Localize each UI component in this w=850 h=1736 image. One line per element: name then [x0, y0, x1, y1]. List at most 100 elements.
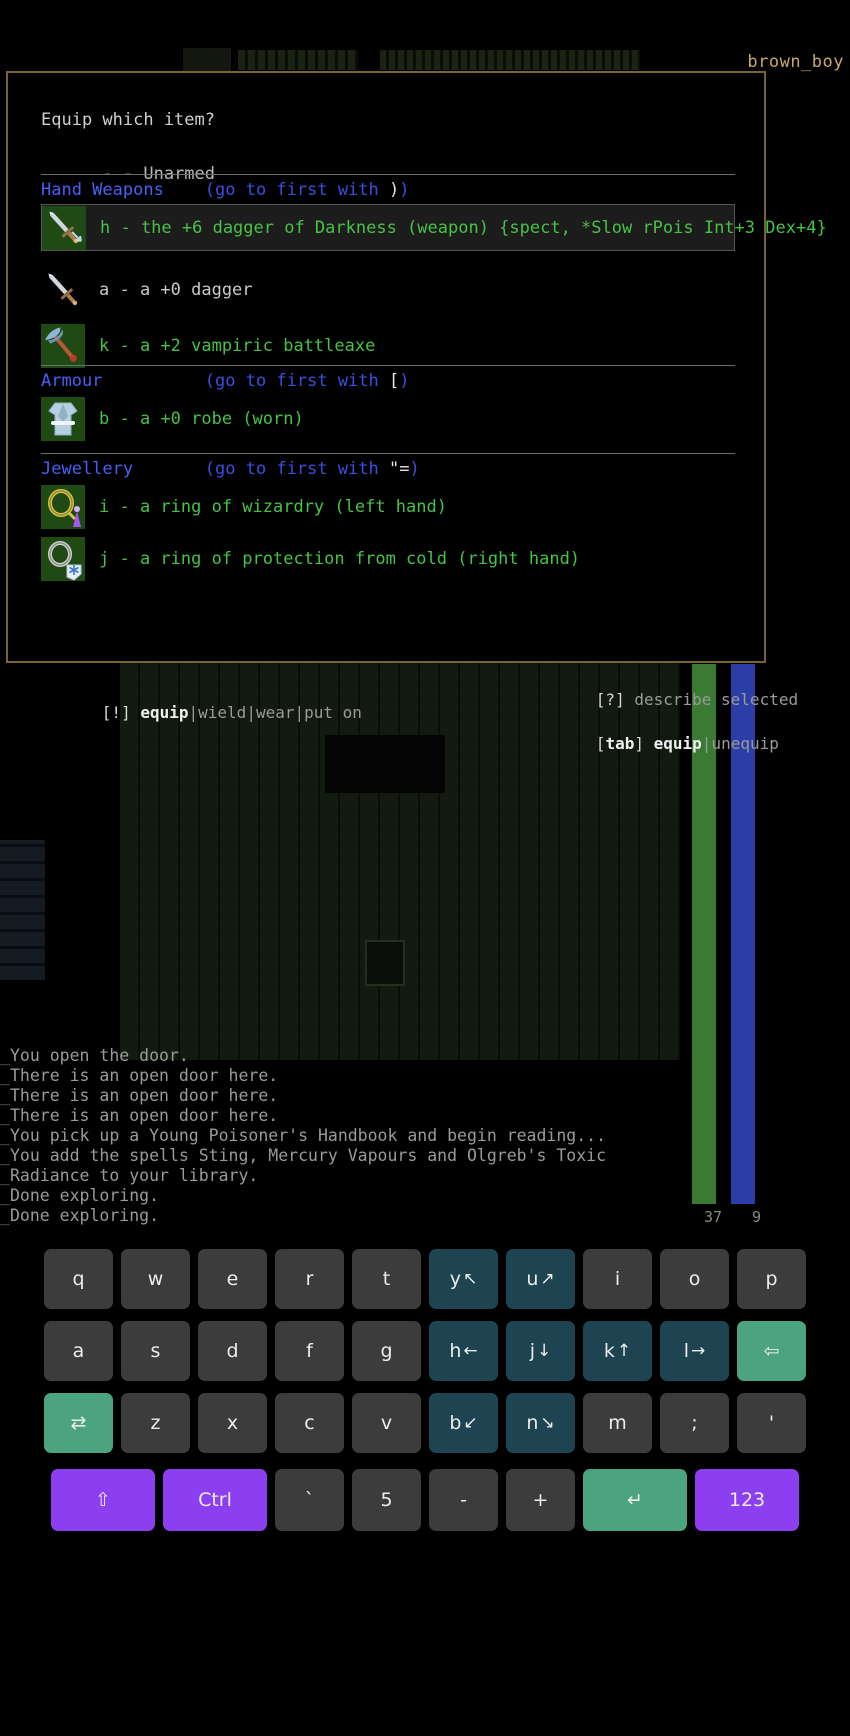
key-v[interactable]: v [352, 1393, 421, 1453]
key-label: c [304, 1412, 315, 1434]
key-label: f [306, 1340, 313, 1362]
key-label: Ctrl [198, 1489, 232, 1511]
key-123[interactable]: 123 [695, 1469, 799, 1531]
key-y[interactable]: y ↖ [429, 1249, 498, 1309]
map-tile-strip [380, 50, 640, 70]
key-j[interactable]: j ↓ [506, 1321, 575, 1381]
key-h[interactable]: h ← [429, 1321, 498, 1381]
key-direction-arrow: ↘ [540, 1413, 555, 1433]
key-[interactable]: ' [737, 1393, 806, 1453]
key-5[interactable]: 5 [352, 1469, 421, 1531]
key-q[interactable]: q [44, 1249, 113, 1309]
key-k[interactable]: k ↑ [583, 1321, 652, 1381]
tab-key: tab [605, 734, 635, 753]
key-[interactable]: ` [275, 1469, 344, 1531]
menu-item-label: k - a +2 vampiric battleaxe [99, 336, 376, 356]
key-label: n [526, 1412, 539, 1434]
key-l[interactable]: l → [660, 1321, 729, 1381]
equip-label: equip [140, 703, 189, 722]
bang-key: [!] [101, 703, 131, 722]
key-direction-arrow: ↓ [537, 1341, 552, 1361]
key-m[interactable]: m [583, 1393, 652, 1453]
log-line: You add the spells Sting, Mercury Vapour… [0, 1146, 700, 1166]
key-z[interactable]: z [121, 1393, 190, 1453]
menu-item-h[interactable]: h - the +6 dagger of Darkness (weapon) {… [41, 204, 827, 251]
key-[interactable]: ⇧ [51, 1469, 155, 1531]
key-[interactable]: ; [660, 1393, 729, 1453]
key-label: ' [768, 1412, 775, 1434]
key-label: p [765, 1268, 778, 1290]
battleaxe-icon [41, 324, 85, 368]
key-a[interactable]: a [44, 1321, 113, 1381]
virtual-keyboard[interactable]: q w e r t y ↖ u ↗ i o p a s d f g h ← j ↓ k ↑ l → ⇦ ⇄ z x c v b ↙ n ↘ m; ' ⇧ C… [0, 1249, 850, 1736]
category-name: Jewellery [41, 459, 134, 479]
keyboard-row: ⇄ z x c v b ↙ n ↘ m; ' [0, 1393, 850, 1453]
key-label: + [532, 1489, 549, 1511]
key-direction-arrow: ← [463, 1341, 478, 1361]
category-hint: (go to first with "=) [133, 459, 420, 479]
menu-item-a[interactable]: a - a +0 dagger [41, 269, 735, 311]
category-hint-key: ) [389, 180, 400, 200]
key-e[interactable]: e [198, 1249, 267, 1309]
key-label: q [72, 1268, 85, 1290]
ring-of-cold-protection-icon [41, 537, 85, 581]
key-[interactable]: ↵ [583, 1469, 687, 1531]
key-u[interactable]: u ↗ [506, 1249, 575, 1309]
menu-item-k[interactable]: k - a +2 vampiric battleaxe [41, 324, 735, 368]
key-t[interactable]: t [352, 1249, 421, 1309]
key-label: o [688, 1268, 701, 1290]
key-g[interactable]: g [352, 1321, 421, 1381]
key-[interactable]: - [429, 1469, 498, 1531]
key-s[interactable]: s [121, 1321, 190, 1381]
category-hint-key: "= [389, 459, 410, 479]
key-[interactable]: ⇄ [44, 1393, 113, 1453]
dungeon-door [365, 940, 405, 986]
key-label: ⇦ [763, 1340, 780, 1362]
key-x[interactable]: x [198, 1393, 267, 1453]
log-line: You pick up a Young Poisoner's Handbook … [0, 1126, 700, 1146]
keyboard-row: q w e r t y ↖ u ↗ i o p [0, 1249, 850, 1309]
menu-item-label: h - the +6 dagger of Darkness (weapon) {… [100, 217, 827, 238]
key-label: t [382, 1268, 391, 1290]
key-[interactable]: + [506, 1469, 575, 1531]
menu-item-j[interactable]: j - a ring of protection from cold (righ… [41, 537, 735, 581]
key-b[interactable]: b ↙ [429, 1393, 498, 1453]
key-label: u [526, 1268, 539, 1290]
key-p[interactable]: p [737, 1249, 806, 1309]
key-ctrl[interactable]: Ctrl [163, 1469, 267, 1531]
map-left-strip [0, 840, 45, 980]
screen-root: brown_boy 37 9 You open the door.There i… [0, 0, 850, 1736]
keyboard-row: ⇧ Ctrl ` 5 - + ↵ 123 [0, 1469, 850, 1531]
key-label: j [529, 1340, 536, 1362]
tab-bracket-close: ] [634, 734, 644, 753]
mp-value: 9 [751, 1208, 761, 1226]
dungeon-dark-area [325, 735, 445, 793]
category-hint-key: [ [389, 371, 400, 391]
equip-menu-panel: Equip which item? - - Unarmed Hand Weapo… [6, 71, 827, 753]
key-label: d [226, 1340, 239, 1362]
equip-alternatives: |wield|wear|put on [188, 703, 362, 722]
key-label: x [226, 1412, 239, 1434]
key-f[interactable]: f [275, 1321, 344, 1381]
key-r[interactable]: r [275, 1249, 344, 1309]
dagger-icon [41, 268, 85, 312]
menu-item-b[interactable]: b - a +0 robe (worn) [41, 397, 735, 441]
category-name: Armour [41, 371, 103, 391]
menu-item-i[interactable]: i - a ring of wizardry (left hand) [41, 485, 735, 529]
key-label: b [449, 1412, 462, 1434]
key-i[interactable]: i [583, 1249, 652, 1309]
category-hint: (go to first with )) [163, 180, 410, 200]
log-line: There is an open door here. [0, 1066, 700, 1086]
key-label: e [226, 1268, 239, 1290]
key-label: w [147, 1268, 164, 1290]
key-w[interactable]: w [121, 1249, 190, 1309]
key-n[interactable]: n ↘ [506, 1393, 575, 1453]
key-label: k [603, 1340, 615, 1362]
key-[interactable]: ⇦ [737, 1321, 806, 1381]
tab-unequip-label: |unequip [701, 734, 779, 753]
log-line: There is an open door here. [0, 1086, 700, 1106]
key-c[interactable]: c [275, 1393, 344, 1453]
describe-key: [?] [595, 690, 625, 709]
key-o[interactable]: o [660, 1249, 729, 1309]
key-d[interactable]: d [198, 1321, 267, 1381]
